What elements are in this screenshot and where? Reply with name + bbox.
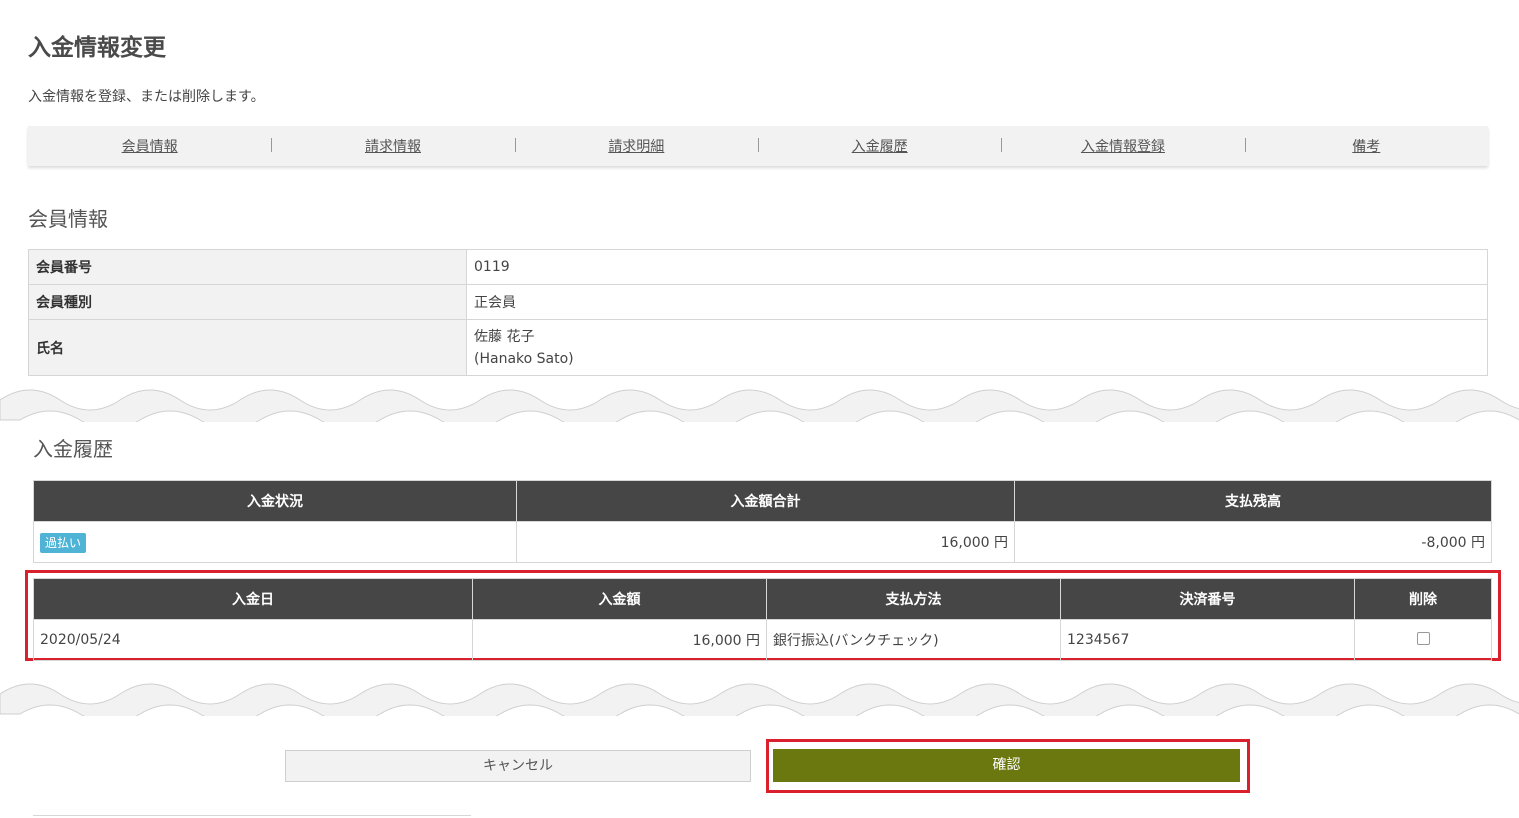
col-delete: 削除 [1354, 578, 1492, 620]
member-type-label: 会員種別 [28, 284, 467, 320]
col-status: 入金状況 [33, 480, 517, 522]
balance-value: -8,000 円 [1014, 521, 1492, 563]
member-section-title: 会員情報 [28, 207, 108, 231]
member-number-label: 会員番号 [28, 249, 467, 285]
table-row: 会員種別 正会員 [28, 284, 1488, 320]
omission-wave-divider [0, 389, 1519, 422]
confirm-button[interactable]: 確認 [773, 749, 1240, 782]
table-row: 2020/05/24 16,000 円 銀行振込(バンクチェック) 123456… [33, 619, 1492, 661]
col-method: 支払方法 [766, 578, 1061, 620]
section-nav: 会員情報 請求情報 請求明細 入金履歴 入金情報登録 備考 [28, 126, 1488, 166]
status-cell: 過払い [33, 521, 517, 563]
subnav-member-info[interactable]: 会員情報 [28, 136, 271, 156]
member-name-cell: 佐藤 花子 (Hanako Sato) [466, 319, 1488, 376]
payment-date: 2020/05/24 [33, 619, 473, 661]
member-type-value: 正会員 [466, 284, 1488, 320]
total-value: 16,000 円 [516, 521, 1015, 563]
payment-amount: 16,000 円 [472, 619, 767, 661]
status-badge: 過払い [40, 532, 87, 553]
col-amount: 入金額 [472, 578, 767, 620]
subnav-billing-info[interactable]: 請求情報 [271, 136, 514, 156]
payment-summary-table: 入金状況 入金額合計 支払残高 過払い 16,000 円 -8,000 円 [33, 480, 1492, 563]
subnav-notes[interactable]: 備考 [1244, 136, 1488, 156]
table-header-row: 入金日 入金額 支払方法 決済番号 削除 [33, 578, 1492, 620]
payment-section-title: 入金履歴 [33, 437, 113, 461]
subnav-billing-details[interactable]: 請求明細 [514, 136, 758, 156]
col-total: 入金額合計 [516, 480, 1015, 522]
cancel-button[interactable]: キャンセル [285, 750, 751, 782]
table-header-row: 入金状況 入金額合計 支払残高 [33, 480, 1492, 522]
member-name-value: 佐藤 花子 [474, 328, 535, 345]
subnav-payment-register[interactable]: 入金情報登録 [1001, 136, 1244, 156]
omission-wave-divider-2 [0, 683, 1519, 716]
subnav-payment-history[interactable]: 入金履歴 [757, 136, 1001, 156]
member-info-table: 会員番号 0119 会員種別 正会員 氏名 佐藤 花子 (Hanako Sato… [28, 249, 1488, 376]
delete-checkbox[interactable] [1416, 631, 1430, 645]
col-balance: 支払残高 [1014, 480, 1492, 522]
table-row: 会員番号 0119 [28, 249, 1488, 285]
payment-detail-table: 入金日 入金額 支払方法 決済番号 削除 2020/05/24 16,000 円… [33, 578, 1492, 661]
payment-number: 1234567 [1060, 619, 1355, 661]
member-number-value: 0119 [466, 249, 1488, 285]
table-row: 氏名 佐藤 花子 (Hanako Sato) [28, 319, 1488, 376]
col-date: 入金日 [33, 578, 473, 620]
bottom-divider [33, 815, 471, 816]
page-title: 入金情報変更 [28, 35, 166, 61]
delete-cell [1354, 619, 1492, 661]
col-payment-no: 決済番号 [1060, 578, 1355, 620]
payment-method: 銀行振込(バンクチェック) [766, 619, 1061, 661]
member-name-romaji: (Hanako Sato) [474, 350, 574, 367]
member-name-label: 氏名 [28, 319, 467, 376]
table-row: 過払い 16,000 円 -8,000 円 [33, 521, 1492, 563]
page-description: 入金情報を登録、または削除します。 [28, 89, 265, 105]
